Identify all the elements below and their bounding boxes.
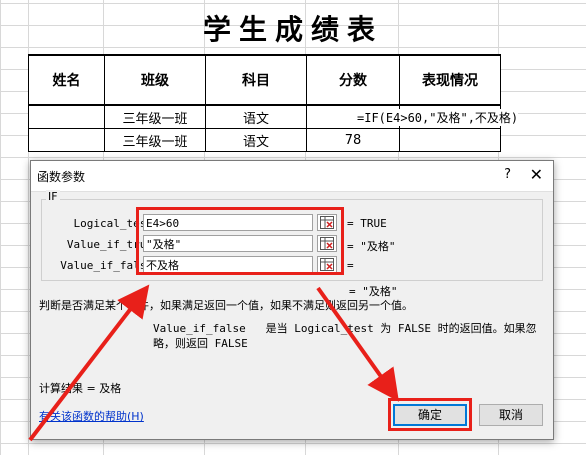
arrow-to-ok [316, 286, 399, 402]
arrow-to-inputs [28, 284, 150, 442]
annotation-arrows [28, 284, 399, 442]
